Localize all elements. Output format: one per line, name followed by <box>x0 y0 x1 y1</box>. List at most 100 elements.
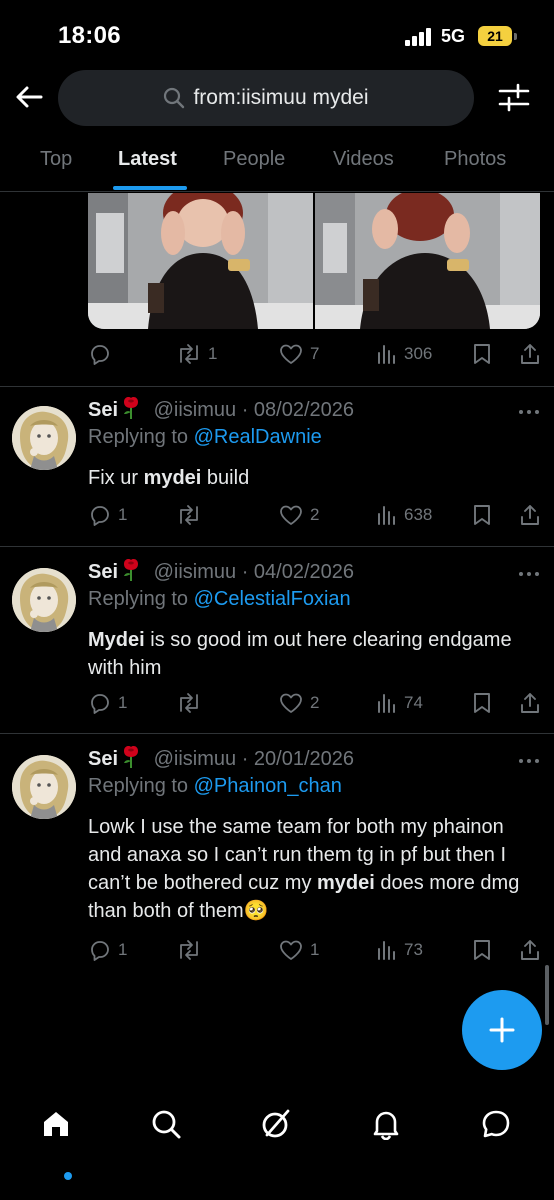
mention-link[interactable]: @Phainon_chan <box>194 775 342 797</box>
like-button[interactable]: 7 <box>278 339 319 369</box>
post-media[interactable] <box>88 193 540 329</box>
filter-button[interactable] <box>496 82 532 114</box>
repost-button[interactable] <box>176 500 208 530</box>
tweet-text-part: Fix ur <box>88 467 144 489</box>
share-button[interactable] <box>518 935 542 965</box>
tab-top[interactable]: Top <box>40 148 72 171</box>
reply-icon <box>91 345 109 365</box>
more-icon <box>519 410 539 414</box>
media-image-right[interactable] <box>313 193 540 329</box>
like-button[interactable]: 2 <box>278 500 319 530</box>
reply-button[interactable] <box>88 339 118 369</box>
views-button[interactable]: 73 <box>376 935 423 965</box>
bookmark-icon <box>474 693 490 713</box>
more-button[interactable] <box>518 751 540 769</box>
nav-messages[interactable] <box>472 1100 520 1148</box>
tab-people[interactable]: People <box>223 148 285 171</box>
repost-button[interactable] <box>176 935 208 965</box>
views-icon <box>378 694 395 713</box>
display-name[interactable]: Sei <box>88 748 118 770</box>
nav-explore[interactable] <box>142 1100 190 1148</box>
views-button[interactable]: 74 <box>376 688 423 718</box>
tweet-text-part: is so good im out here clearing endgame … <box>88 629 512 679</box>
handle[interactable]: @iisimuu <box>154 399 237 421</box>
post-divider <box>0 546 554 547</box>
avatar[interactable] <box>12 406 76 470</box>
compose-button[interactable] <box>462 990 542 1070</box>
post-actions: 1 1 73 <box>88 935 542 965</box>
nav-home[interactable] <box>32 1100 80 1148</box>
filter-icon <box>498 83 530 112</box>
repost-icon <box>180 344 198 364</box>
tweet-text: Fix ur mydei build <box>88 464 538 492</box>
media-image-left[interactable] <box>88 193 313 329</box>
like-button[interactable]: 2 <box>278 688 319 718</box>
tab-photos[interactable]: Photos <box>444 148 506 171</box>
more-icon <box>519 759 539 763</box>
post-divider <box>0 733 554 734</box>
like-icon <box>280 344 302 364</box>
rose-icon <box>124 559 139 581</box>
handle[interactable]: @iisimuu <box>154 748 237 770</box>
share-button[interactable] <box>518 688 542 718</box>
repost-icon <box>180 693 198 713</box>
views-icon <box>378 506 395 525</box>
views-icon <box>378 941 395 960</box>
bookmark-icon <box>474 505 490 525</box>
nav-notifications[interactable] <box>362 1100 410 1148</box>
search-query: from:iisimuu mydei <box>193 86 369 109</box>
mention-link[interactable]: @RealDawnie <box>194 426 322 448</box>
share-button[interactable] <box>518 500 542 530</box>
like-icon <box>280 940 302 960</box>
views-button[interactable]: 306 <box>376 339 432 369</box>
handle[interactable]: @iisimuu <box>154 561 237 583</box>
replying-to: Replying to @Phainon_chan <box>88 775 342 798</box>
tab-videos[interactable]: Videos <box>333 148 394 171</box>
bookmark-button[interactable] <box>472 339 492 369</box>
nav-grok[interactable] <box>252 1100 300 1148</box>
more-button[interactable] <box>518 564 540 582</box>
more-button[interactable] <box>518 402 540 420</box>
status-bar: 18:06 5G 21 <box>0 0 554 66</box>
views-count: 74 <box>404 693 423 712</box>
display-name[interactable]: Sei <box>88 399 118 421</box>
reply-button[interactable]: 1 <box>88 935 127 965</box>
rose-icon <box>124 397 139 419</box>
repost-button[interactable] <box>176 688 208 718</box>
views-button[interactable]: 638 <box>376 500 432 530</box>
repost-icon <box>180 505 198 525</box>
back-button[interactable] <box>12 80 46 114</box>
pleading-face-emoji: 🥺 <box>243 900 269 922</box>
bookmark-button[interactable] <box>472 500 492 530</box>
avatar[interactable] <box>12 568 76 632</box>
share-icon <box>521 505 539 525</box>
share-button[interactable] <box>518 339 542 369</box>
tab-latest[interactable]: Latest <box>118 148 177 171</box>
bookmark-button[interactable] <box>472 688 492 718</box>
reply-icon <box>91 506 109 526</box>
post-actions: 1 2 74 <box>88 688 542 718</box>
reply-button[interactable]: 1 <box>88 500 127 530</box>
compose-icon <box>489 1017 515 1043</box>
bookmark-icon <box>474 344 490 364</box>
like-button[interactable]: 1 <box>278 935 319 965</box>
replying-prefix: Replying to <box>88 775 189 797</box>
scrollbar-thumb[interactable] <box>545 965 549 1025</box>
display-name[interactable]: Sei <box>88 561 118 583</box>
reply-button[interactable]: 1 <box>88 688 127 718</box>
search-icon <box>164 87 185 109</box>
views-icon <box>378 345 395 364</box>
avatar[interactable] <box>12 755 76 819</box>
post-actions: 1 2 638 <box>88 500 542 530</box>
mention-link[interactable]: @CelestialFoxian <box>194 588 351 610</box>
reply-count: 1 <box>118 693 128 712</box>
rose-icon <box>124 746 139 768</box>
bookmark-button[interactable] <box>472 935 492 965</box>
like-icon <box>280 693 302 713</box>
network-type: 5G <box>441 26 466 46</box>
repost-button[interactable]: 1 <box>176 339 217 369</box>
like-count: 2 <box>310 505 320 524</box>
reply-count: 1 <box>118 940 128 959</box>
search-input[interactable]: from:iisimuu mydei <box>58 70 474 126</box>
share-icon <box>521 344 539 364</box>
